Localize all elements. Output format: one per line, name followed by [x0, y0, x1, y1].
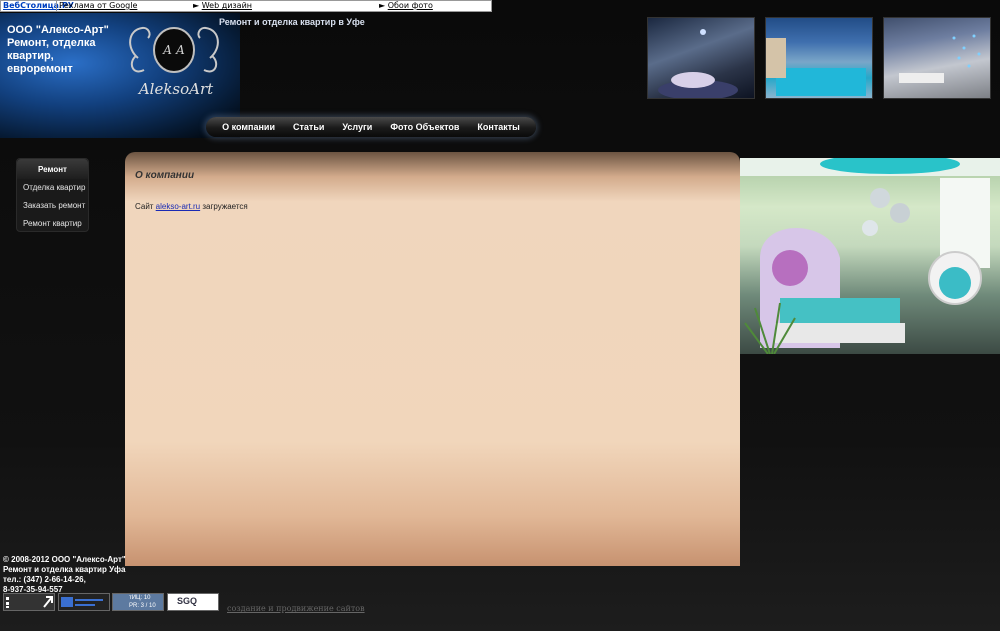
- interior-photo: [740, 158, 1000, 354]
- ad-bar: ВебСтолица.РУ Реклама от Google ► Web ди…: [0, 0, 492, 12]
- content-text: Сайт alekso-art.ru загружается: [135, 202, 248, 211]
- sidebar-item-order[interactable]: Заказать ремонт: [17, 197, 88, 215]
- header-photo-1[interactable]: [647, 17, 755, 99]
- sidebar-item-renovation[interactable]: Ремонт квартир: [17, 215, 88, 233]
- nav-services[interactable]: Услуги: [342, 122, 372, 132]
- nav-about[interactable]: О компании: [222, 122, 275, 132]
- header-photo-2[interactable]: [765, 17, 873, 99]
- nav-articles[interactable]: Статьи: [293, 122, 324, 132]
- page-title: О компании: [135, 170, 195, 181]
- logo-monogram: А А: [162, 43, 185, 57]
- site-link[interactable]: alekso-art.ru: [156, 202, 200, 211]
- footer-info: © 2008-2012 ООО "Алексо-Арт" Ремонт и от…: [3, 555, 126, 594]
- yandex-tic-badge[interactable]: тИЦ: 10 PR: 3 / 10: [112, 593, 164, 611]
- nav-contacts[interactable]: Контакты: [477, 122, 519, 132]
- sgq-badge[interactable]: SGQ: [167, 593, 219, 611]
- sidebar: Ремонт Отделка квартир Заказать ремонт Р…: [16, 158, 89, 232]
- header-tagline: Ремонт и отделка квартир в Уфе: [219, 17, 365, 27]
- logo-text: AleksoArt: [137, 80, 214, 98]
- header-photo-3[interactable]: [883, 17, 991, 99]
- sidebar-item-finishing[interactable]: Отделка квартир: [17, 179, 88, 197]
- main-content: О компании Сайт alekso-art.ru загружаетс…: [125, 152, 740, 566]
- promo-link[interactable]: создание и продвижение сайтов: [227, 604, 365, 613]
- ad-web-design-link[interactable]: ► Web дизайн: [193, 1, 252, 11]
- counter-badge-1[interactable]: [3, 593, 55, 611]
- sidebar-title: Ремонт: [17, 159, 88, 179]
- nav-photos[interactable]: Фото Объектов: [390, 122, 459, 132]
- ad-wallpaper-link[interactable]: ► Обои фото: [379, 1, 433, 11]
- main-nav: О компании Статьи Услуги Фото Объектов К…: [206, 117, 536, 137]
- logo[interactable]: А А AleksoArt: [118, 18, 230, 100]
- counter-badge-2[interactable]: [58, 593, 110, 611]
- company-name: ООО "Алексо-Арт" Ремонт, отделка квартир…: [7, 24, 109, 75]
- ad-google-link[interactable]: Реклама от Google: [56, 1, 137, 11]
